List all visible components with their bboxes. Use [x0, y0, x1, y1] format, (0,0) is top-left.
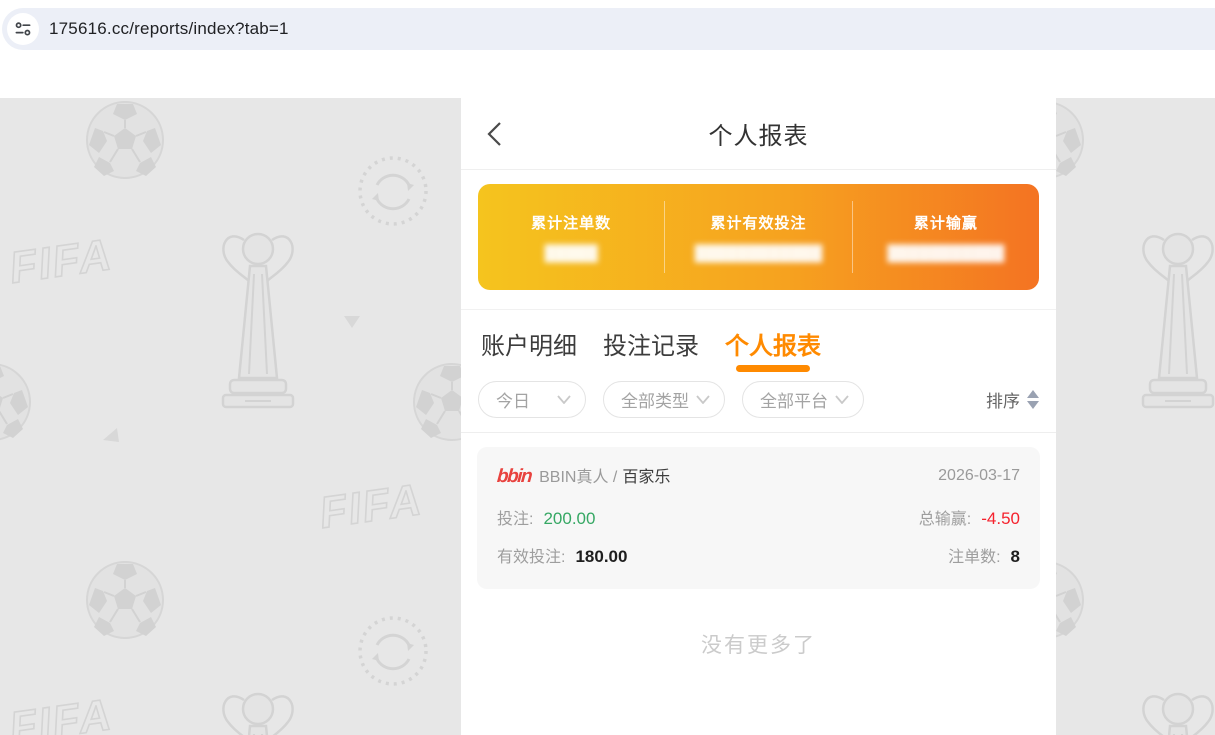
tab-account-details[interactable]: 账户明细 — [479, 310, 579, 377]
summary-masked-value: █████ — [544, 245, 598, 262]
page-background: FIFA FIFA 个人报表 累计注单数 █ — [0, 98, 1215, 735]
summary-item-bet-count: 累计注单数 █████ — [478, 201, 664, 273]
filter-label: 全部类型 — [621, 392, 689, 411]
url-text[interactable]: 175616.cc/reports/index?tab=1 — [49, 19, 289, 39]
summary-masked-value: ███████████ — [887, 245, 1005, 262]
tab-bet-records[interactable]: 投注记录 — [601, 310, 701, 377]
filter-platform-dropdown[interactable]: 全部平台 — [742, 381, 864, 418]
filter-label: 今日 — [496, 392, 530, 411]
summary-label: 累计有效投注 — [710, 215, 807, 232]
tab-label: 账户明细 — [481, 333, 577, 360]
site-settings-icon — [15, 22, 31, 36]
tab-personal-report[interactable]: 个人报表 — [723, 310, 823, 377]
browser-chrome: 175616.cc/reports/index?tab=1 — [0, 0, 1215, 98]
app-panel: 个人报表 累计注单数 █████ 累计有效投注 ████████████ 累计输… — [461, 98, 1056, 735]
bet-label: 投注: — [497, 511, 534, 528]
game-name: 百家乐 — [622, 469, 671, 486]
filter-label: 全部平台 — [760, 392, 828, 411]
tab-label: 投注记录 — [603, 333, 699, 360]
valid-bet-label: 有效投注: — [497, 549, 566, 566]
chevron-down-icon — [557, 395, 571, 404]
sort-icon — [1027, 390, 1039, 409]
tab-label: 个人报表 — [725, 333, 821, 360]
summary-label: 累计注单数 — [531, 215, 612, 232]
bbin-logo: bbin — [496, 466, 532, 487]
summary-item-winloss: 累计输赢 ███████████ — [851, 201, 1039, 273]
address-bar[interactable]: 175616.cc/reports/index?tab=1 — [2, 8, 1215, 50]
report-list: bbin BBIN真人 / 百家乐 2026-03-17 投注: 200.00 … — [461, 447, 1056, 659]
sort-label: 排序 — [986, 392, 1020, 411]
record-card: bbin BBIN真人 / 百家乐 2026-03-17 投注: 200.00 … — [477, 447, 1040, 589]
site-settings-button[interactable] — [7, 13, 39, 45]
summary-card: 累计注单数 █████ 累计有效投注 ████████████ 累计输赢 ███… — [478, 184, 1039, 290]
page-title: 个人报表 — [708, 123, 809, 150]
app-header: 个人报表 — [461, 98, 1056, 170]
bet-value: 200.00 — [543, 509, 596, 528]
filter-bar: 今日 全部类型 全部平台 排序 — [461, 377, 1056, 433]
tab-underline — [736, 365, 810, 372]
winloss-label: 总输赢: — [918, 511, 972, 528]
bet-count-label: 注单数: — [948, 549, 1001, 566]
summary-item-valid-bets: 累计有效投注 ████████████ — [664, 201, 851, 273]
bet-count-value: 8 — [1010, 547, 1020, 566]
winloss-value: -4.50 — [981, 509, 1020, 528]
chevron-left-icon — [487, 121, 501, 146]
empty-state-text: 没有更多了 — [701, 634, 816, 657]
filter-date-dropdown[interactable]: 今日 — [478, 381, 586, 418]
chevron-down-icon — [696, 395, 710, 404]
chevron-down-icon — [835, 395, 849, 404]
summary-label: 累计输赢 — [913, 215, 978, 232]
back-button[interactable] — [487, 119, 513, 149]
provider-name: BBIN真人 / — [539, 469, 618, 486]
record-date: 2026-03-17 — [938, 466, 1020, 484]
tab-bar: 账户明细 投注记录 个人报表 — [461, 310, 1056, 377]
summary-masked-value: ████████████ — [694, 245, 823, 262]
filter-type-dropdown[interactable]: 全部类型 — [603, 381, 725, 418]
valid-bet-value: 180.00 — [575, 547, 628, 566]
sort-control[interactable]: 排序 — [986, 387, 1039, 412]
summary-section: 累计注单数 █████ 累计有效投注 ████████████ 累计输赢 ███… — [461, 170, 1056, 296]
